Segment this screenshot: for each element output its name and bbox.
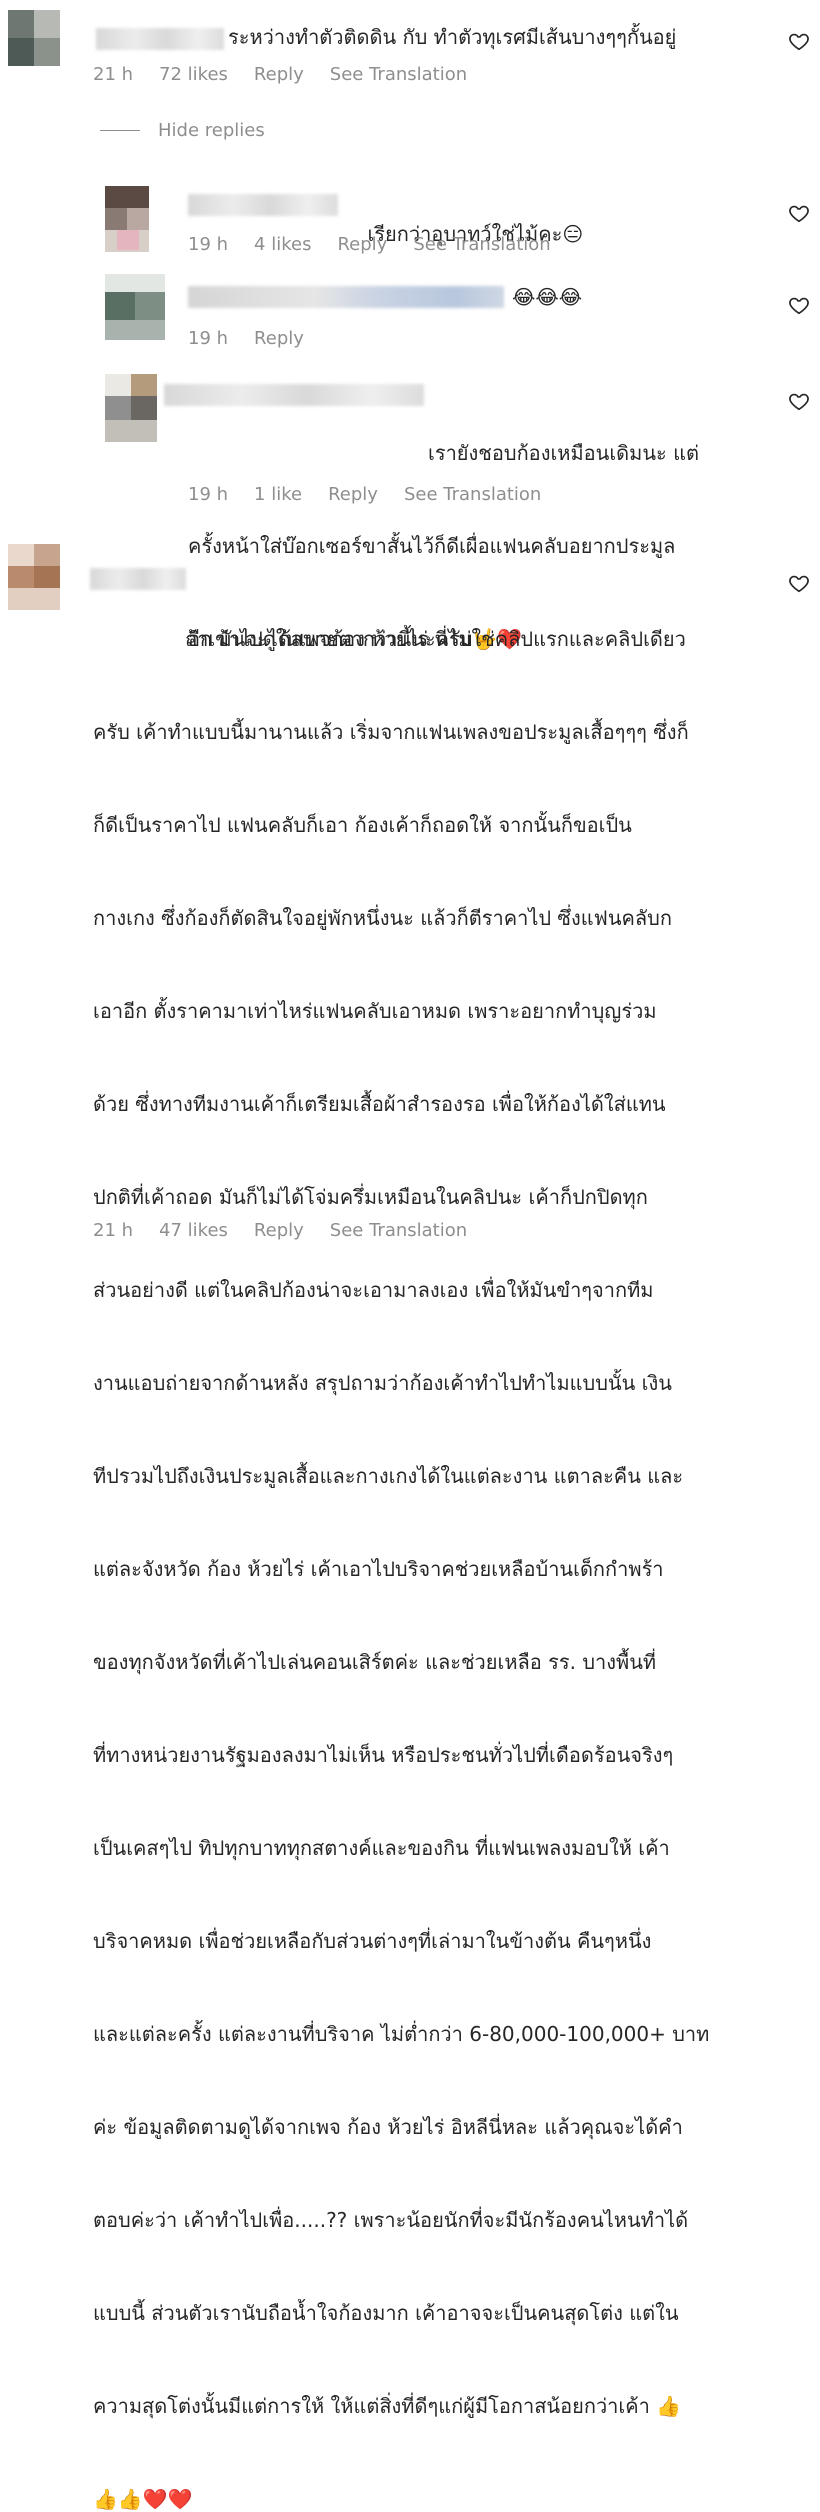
avatar[interactable] [105,274,165,340]
like-count[interactable]: 1 like [254,484,302,505]
username-blurred[interactable] [188,194,338,216]
comment-text-line: ทีปรวมไปถึงเงินประมูลเสื้อและกางเกงได้ใน… [93,1464,684,1488]
heart-outline-icon[interactable] [788,202,810,224]
comment-text-line: เอาอีก ตั้งราคามาเท่าไหร่แฟนคลับเอาหมด เ… [93,999,657,1023]
reply-1: เรียกว่าอุบาทว์ใช่ไม้คะ😑 19 h4 likes Repl… [0,180,820,260]
comment-text-line: ก็ดีเป็นราคาไป แฟนคลับก็เอา ก้องเค้าก็ถอ… [93,813,632,837]
see-translation-button[interactable]: See Translation [404,484,541,505]
reply-meta: 19 h 1 like Reply See Translation [188,484,567,505]
comment-text-line: ของทุกจังหวัดที่เค้าไปเล่นคอนเสิร์ตค่ะ แ… [93,1650,657,1674]
username-blurred[interactable] [188,286,504,308]
avatar[interactable] [105,374,157,442]
reply-text-line: เรายังชอบก้องเหมือนเดิมนะ แต่ [428,441,700,465]
like-count[interactable]: 4 likes [254,234,311,255]
comment-text-line: ความสุดโต่งนั้นมีแต่การให้ ให้แต่สิ่งที่… [93,2394,682,2418]
avatar[interactable] [105,186,149,252]
comment-text-line: บริจาคหมด เพื่อช่วยเหลือกับส่วนต่างๆที่เ… [93,1929,652,1953]
comment-text-line: และแต่ละครั้ง แต่ละงานที่บริจาค ไม่ต่ำกว… [93,2022,710,2046]
comment-2: ถ้าเข้าไปดูในเพจก้อง ห้วยไร่ นี่ไม่ใช่คล… [0,540,820,2511]
reply-meta: 19 h 4 likes Reply See Translation [188,234,577,255]
see-translation-button[interactable]: See Translation [330,1220,467,1241]
comment-meta: 21 h 72 likes Reply See Translation [93,64,493,85]
timestamp: 21 h [93,1220,134,1241]
see-translation-button[interactable]: See Translation [413,234,550,255]
hide-replies-button[interactable]: Hide replies [100,120,265,141]
like-count[interactable]: 72 likes [159,64,228,85]
comment-meta: 21 h 47 likes Reply See Translation [93,1220,493,1241]
comment-text-line: แต่ละจังหวัด ก้อง ห้วยไร่ เค้าเอาไปบริจา… [93,1557,664,1581]
see-translation-button[interactable]: See Translation [330,64,467,85]
timestamp: 19 h [188,234,229,255]
avatar[interactable] [8,544,60,610]
reply-button[interactable]: Reply [254,328,304,349]
comment-text-line: ด้วย ซึ่งทางทีมงานเค้าก็เตรียมเสื้อผ้าสำ… [93,1092,666,1116]
heart-outline-icon[interactable] [788,390,810,412]
comment-text-line: กางเกง ซึ่งก้องก็ตัดสินใจอยู่พักหนึ่งนะ … [93,906,672,930]
heart-outline-icon[interactable] [788,294,810,316]
reply-button[interactable]: Reply [328,484,378,505]
comment-text-line: ส่วนอย่างดี แต่ในคลิปก้องน่าจะเอามาลงเอง… [93,1278,654,1302]
comment-text-line: ค่ะ ข้อมูลติดตามดูได้จากเพจ ก้อง ห้วยไร่… [93,2115,683,2139]
comment-text: ถ้าเข้าไปดูในเพจก้อง ห้วยไร่ นี่ไม่ใช่คล… [93,562,773,2512]
reply-button[interactable]: Reply [254,64,304,85]
comment-text-line: ที่ทางหน่วยงานรัฐมองลงมาไม่เห็น หรือประช… [93,1743,674,1767]
comment-text-line: ถ้าเข้าไปดูในเพจก้อง ห้วยไร่ นี่ไม่ใช่คล… [185,627,686,651]
heart-outline-icon[interactable] [788,572,810,594]
comment-text-line: งานแอบถ่ายจากด้านหลัง สรุปถามว่าก้องเค้า… [93,1371,672,1395]
comment-text-line: เป็นเคสๆไป ทิปทุกบาททุกสตางค์และของกิน ท… [93,1836,670,1860]
hide-replies-label: Hide replies [158,120,265,141]
comment-text-line: ตอบค่ะว่า เค้าทำไปเพื่อ.....?? เพราะน้อย… [93,2208,689,2232]
username-blurred[interactable] [96,28,224,50]
divider-line [100,130,140,131]
reply-button[interactable]: Reply [337,234,387,255]
comment-text-line: 👍👍❤️❤️ [93,2487,193,2511]
heart-outline-icon[interactable] [788,30,810,52]
timestamp: 19 h [188,328,229,349]
like-count[interactable]: 47 likes [159,1220,228,1241]
avatar[interactable] [8,10,60,66]
reply-text: 😂😂😂 [512,285,583,309]
comment-text-line: ครับ เค้าทำแบบนี้มานานแล้ว เริ่มจากแฟนเพ… [93,720,689,744]
comment-text-line: ปกติที่เค้าถอด มันก็ไม่ได้โจ่มครึ่มเหมือ… [93,1185,648,1209]
reply-meta: 19 h Reply [188,328,330,349]
reply-3: เรายังชอบก้องเหมือนเดิมนะ แต่ ครั้งหน้าใ… [0,368,820,651]
timestamp: 21 h [93,64,134,85]
reply-button[interactable]: Reply [254,1220,304,1241]
reply-2: 😂😂😂 19 h Reply [0,270,820,350]
comment-text: ระหว่างทำตัวติดดิน กับ ทำตัวทุเรศมีเส้นบ… [228,25,677,49]
timestamp: 19 h [188,484,229,505]
comment-1: ระหว่างทำตัวติดดิน กับ ทำตัวทุเรศมีเส้นบ… [0,0,820,100]
comment-text-line: แบบนี้ ส่วนตัวเรานับถือน้ำใจก้องมาก เค้า… [93,2301,679,2325]
